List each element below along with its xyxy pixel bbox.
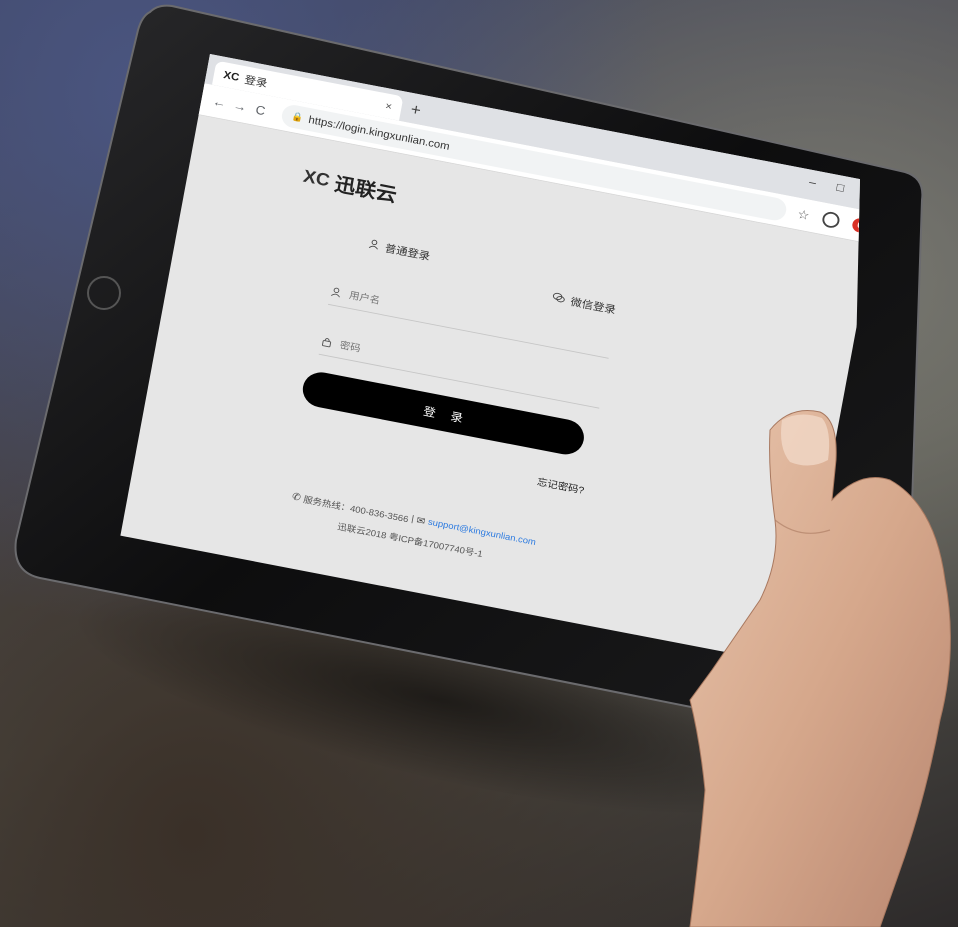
toolbar-icons: ☆ 0	[796, 206, 860, 235]
reload-icon[interactable]: C	[249, 101, 272, 119]
maximize-button[interactable]: □	[835, 180, 845, 194]
tab-normal-login-label: 普通登录	[383, 242, 432, 263]
tab-close-icon[interactable]: ×	[384, 100, 393, 113]
lock-icon: 🔒	[290, 111, 304, 123]
username-input[interactable]	[346, 289, 577, 346]
brand-logo: XC 迅联云	[301, 162, 399, 207]
mail-icon: ✉	[415, 515, 427, 528]
wechat-icon	[551, 291, 566, 306]
brand-mark-icon: XC	[301, 166, 332, 191]
footer-separator: |	[410, 514, 415, 525]
phone-icon: ✆	[291, 491, 302, 504]
forward-arrow-icon[interactable]: →	[228, 97, 251, 115]
tab-wechat-login[interactable]: 微信登录	[551, 290, 617, 317]
user-outline-icon	[367, 238, 381, 253]
user-icon	[329, 285, 343, 300]
new-tab-button[interactable]: +	[409, 100, 422, 120]
tab-normal-login[interactable]: 普通登录	[367, 237, 431, 264]
tab-wechat-login-label: 微信登录	[569, 295, 617, 317]
profile-icon[interactable]	[821, 210, 841, 230]
lock-outline-icon	[320, 335, 334, 350]
forgot-password-link[interactable]: 忘记密码?	[536, 474, 585, 497]
minimize-button[interactable]: –	[808, 175, 817, 189]
brand-name: 迅联云	[332, 172, 399, 207]
page-footer: ✆ 服务热线：400-836-3566 | ✉ support@kingxunl…	[221, 477, 602, 589]
back-arrow-icon[interactable]: ←	[208, 93, 231, 111]
bookmark-star-icon[interactable]: ☆	[796, 206, 810, 223]
site-favicon-icon: XC	[222, 68, 241, 84]
